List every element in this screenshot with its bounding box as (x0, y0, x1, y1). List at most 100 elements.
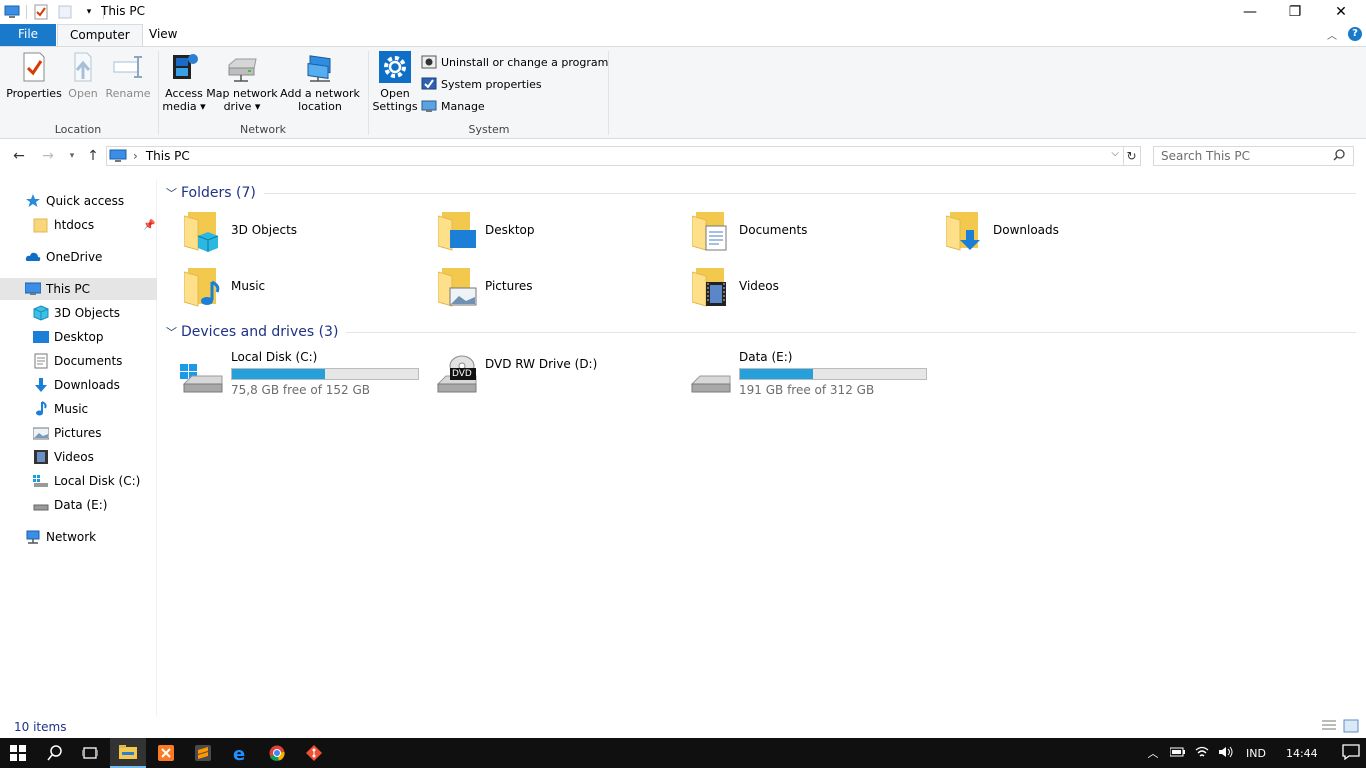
collapse-ribbon-icon[interactable]: ︿ (1327, 27, 1337, 42)
open-settings-button[interactable]: Open Settings (372, 51, 418, 113)
xampp-icon[interactable] (148, 738, 184, 768)
file-explorer-icon[interactable] (110, 738, 146, 768)
sidebar-item-documents[interactable]: Documents (0, 350, 157, 372)
tab-computer[interactable]: Computer (57, 24, 143, 47)
search-icon[interactable] (1333, 148, 1347, 164)
close-button[interactable]: ✕ (1318, 0, 1364, 24)
manage-button[interactable]: Manage (421, 97, 485, 115)
window-title: This PC (101, 4, 145, 18)
divider (158, 51, 159, 135)
drive-local-disk-c[interactable]: Local Disk (C:) 75,8 GB free of 152 GB (160, 350, 419, 400)
drive-dvd-d[interactable]: DVD DVD RW Drive (D:) (414, 350, 664, 400)
access-media-button[interactable]: Access media ▾ (162, 51, 206, 113)
pin-icon[interactable]: 📌 (143, 220, 155, 231)
sidebar-item-desktop[interactable]: Desktop (0, 326, 157, 348)
sidebar-item-quick-access[interactable]: Quick access (0, 190, 157, 212)
add-network-location-button[interactable]: Add a network location (280, 51, 360, 113)
quick-access-toolbar: ▾ (0, 2, 106, 22)
refresh-icon[interactable]: ↻ (1123, 146, 1141, 166)
search-icon[interactable] (37, 738, 73, 768)
details-view-icon[interactable] (1321, 719, 1337, 736)
chevron-up-icon[interactable]: ︿ (1146, 745, 1160, 761)
help-icon[interactable]: ? (1348, 27, 1362, 41)
sidebar-item-this-pc[interactable]: This PC (0, 278, 157, 300)
system-tray: ︿ IND 14:44 (1146, 738, 1360, 768)
windows-drive-icon (178, 352, 224, 396)
3d-objects-folder-icon (183, 210, 224, 252)
customize-toolbar-icon[interactable]: ▾ (81, 4, 97, 20)
sidebar-item-label: Music (54, 402, 89, 416)
sidebar-item-htdocs[interactable]: htdocs 📌 (0, 214, 157, 236)
system-properties-label: System properties (441, 77, 542, 91)
folder-videos[interactable]: Videos (668, 266, 908, 314)
minimize-button[interactable]: — (1227, 0, 1273, 24)
tab-view[interactable]: View (137, 24, 189, 47)
drives-section-header[interactable]: ﹀ Devices and drives (3) (160, 321, 1356, 343)
sublime-text-icon[interactable] (185, 738, 221, 768)
folder-3d-objects[interactable]: 3D Objects (160, 210, 400, 258)
folder-label: Desktop (485, 223, 535, 237)
start-windows-icon[interactable] (0, 738, 36, 768)
properties-icon[interactable] (33, 4, 49, 20)
folder-music[interactable]: Music (160, 266, 400, 314)
sidebar-item-downloads[interactable]: Downloads (0, 374, 157, 396)
folder-documents[interactable]: Documents (668, 210, 908, 258)
search-input[interactable]: Search This PC (1153, 146, 1354, 166)
folder-desktop[interactable]: Desktop (414, 210, 654, 258)
recent-locations-icon[interactable]: ▾ (63, 147, 81, 165)
sidebar-item-videos[interactable]: Videos (0, 446, 157, 468)
task-view-icon[interactable] (72, 738, 108, 768)
sidebar-item-3d-objects[interactable]: 3D Objects (0, 302, 157, 324)
add-network-location-label-2: location (298, 100, 342, 113)
drive-data-e[interactable]: Data (E:) 191 GB free of 312 GB (668, 350, 927, 400)
open-button[interactable]: Open (64, 51, 102, 100)
battery-icon[interactable] (1169, 747, 1186, 760)
address-bar[interactable]: › This PC ⌵ (106, 146, 1124, 166)
forward-arrow-icon[interactable]: → (39, 147, 57, 165)
sidebar-item-label: Network (46, 530, 97, 544)
new-folder-icon[interactable] (57, 4, 73, 20)
folders-title: Folders (7) (181, 185, 256, 201)
properties-icon (18, 51, 50, 83)
computer-icon[interactable] (4, 4, 20, 20)
chrome-browser-icon[interactable] (259, 738, 295, 768)
music-folder-icon (183, 266, 224, 308)
folder-pictures[interactable]: Pictures (414, 266, 654, 314)
drive-usage-fill (740, 369, 813, 379)
sidebar-item-music[interactable]: Music (0, 398, 157, 420)
system-properties-button[interactable]: System properties (421, 75, 542, 93)
map-network-drive-label: Map network (206, 87, 278, 100)
chevron-down-icon: ﹀ (166, 187, 177, 200)
sidebar-item-network[interactable]: Network (0, 526, 157, 548)
edge-browser-icon[interactable]: e (222, 738, 258, 768)
back-arrow-icon[interactable]: ← (10, 147, 28, 165)
address-dropdown-icon[interactable]: ⌵ (1111, 148, 1119, 159)
map-network-drive-button[interactable]: Map network drive ▾ (206, 51, 278, 113)
sidebar-item-data-drive[interactable]: Data (E:) (0, 494, 157, 516)
properties-button[interactable]: Properties (6, 51, 62, 100)
dvd-badge: DVD (452, 369, 472, 379)
wifi-icon[interactable] (1195, 746, 1209, 761)
large-icons-view-icon[interactable] (1343, 719, 1359, 736)
git-icon[interactable] (296, 738, 332, 768)
notification-icon[interactable] (1342, 743, 1360, 763)
uninstall-program-button[interactable]: Uninstall or change a program (421, 53, 608, 71)
downloads-folder-icon (945, 210, 986, 252)
folder-downloads[interactable]: Downloads (922, 210, 1162, 258)
film-icon (33, 449, 49, 465)
sidebar-item-local-disk[interactable]: Local Disk (C:) (0, 470, 157, 492)
volume-icon[interactable] (1218, 746, 1234, 761)
rename-button[interactable]: Rename (104, 51, 152, 100)
folders-section-header[interactable]: ﹀ Folders (7) (160, 182, 1356, 204)
sidebar-item-onedrive[interactable]: OneDrive (0, 246, 157, 268)
up-arrow-icon[interactable]: ↑ (84, 147, 102, 165)
rename-label: Rename (105, 87, 151, 100)
language-indicator[interactable]: IND (1246, 747, 1266, 760)
clock[interactable]: 14:44 (1286, 747, 1318, 760)
breadcrumb-this-pc[interactable]: This PC (146, 149, 190, 163)
tab-file[interactable]: File (0, 24, 56, 46)
restore-button[interactable]: ❐ (1272, 0, 1318, 24)
manage-icon (421, 98, 437, 114)
system-group-label: System (468, 123, 510, 136)
sidebar-item-pictures[interactable]: Pictures (0, 422, 157, 444)
